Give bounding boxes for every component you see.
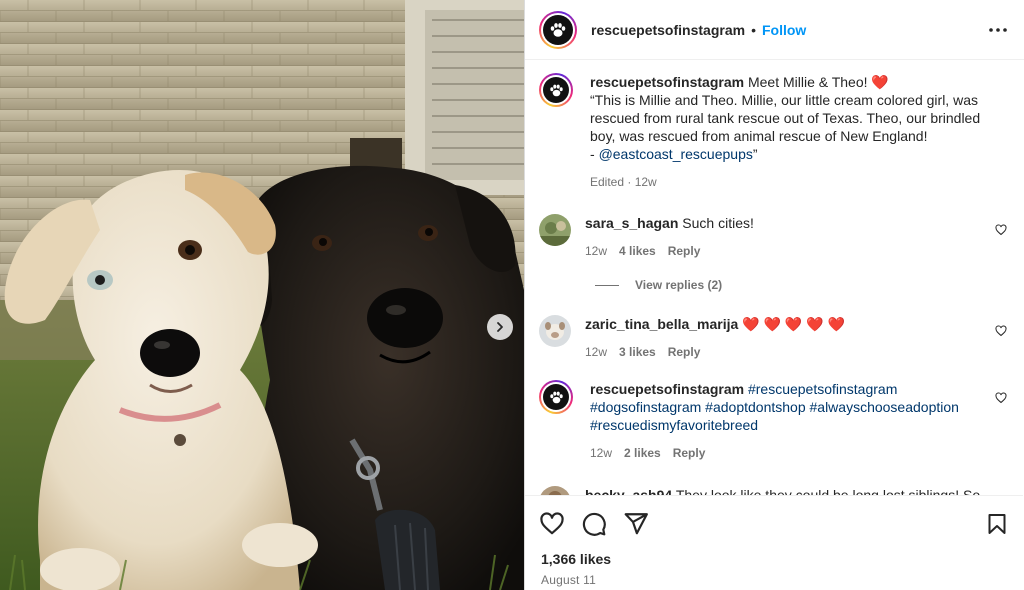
caption-text: “This is Millie and Theo. Millie, our li… — [590, 92, 981, 144]
reply-button[interactable]: Reply — [673, 444, 706, 462]
avatar[interactable] — [539, 10, 577, 49]
comment-item: becky_ash94 They look like they could be… — [539, 486, 1009, 495]
post-date[interactable]: August 11 — [525, 567, 1023, 587]
caption-meta: Edited · 12w — [590, 175, 657, 189]
dogs-photo — [0, 0, 524, 590]
comment-body: becky_ash94 They look like they could be… — [585, 486, 1009, 495]
action-bar — [525, 496, 1023, 538]
comment-text: They look like they could be long lost s… — [675, 487, 981, 495]
more-options-icon — [989, 27, 1007, 32]
comment-age: 12w — [590, 446, 613, 460]
separator-dot: • — [751, 21, 756, 38]
avatar[interactable] — [539, 315, 571, 347]
heart-icon[interactable] — [995, 392, 1007, 404]
comment-username[interactable]: rescuepetsofinstagram — [590, 381, 744, 397]
comment-item: sara_s_hagan Such cities! 12w 4 likes Re… — [539, 214, 1009, 260]
comment-username[interactable]: becky_ash94 — [585, 487, 672, 495]
post-details-panel: rescuepetsofinstagram • Follow rescuepet… — [524, 0, 1024, 590]
comment-likes[interactable]: 3 likes — [619, 343, 656, 361]
view-replies-button[interactable]: View replies (2) — [595, 278, 722, 292]
comment-body: sara_s_hagan Such cities! 12w 4 likes Re… — [585, 214, 1009, 260]
caption-dash: - — [590, 146, 599, 162]
reply-button[interactable]: Reply — [668, 242, 701, 260]
comment-icon[interactable] — [581, 511, 607, 537]
caption-mention-link[interactable]: @eastcoast_rescuepups — [599, 146, 753, 162]
caption-body: rescuepetsofinstagram Meet Millie & Theo… — [590, 73, 1009, 191]
next-photo-button[interactable] — [487, 314, 513, 340]
bookmark-icon[interactable] — [985, 512, 1009, 536]
post-actions-section: 1,366 likes August 11 — [525, 495, 1023, 590]
heart-icon[interactable] — [995, 325, 1007, 337]
paw-icon — [549, 84, 563, 96]
heart-icon[interactable] — [995, 224, 1007, 236]
comment-username[interactable]: zaric_tina_bella_marija — [585, 316, 738, 332]
comment-body: zaric_tina_bella_marija ❤️ ❤️ ❤️ ❤️ ❤️ 1… — [585, 315, 1009, 361]
comment-age: 12w — [585, 345, 608, 359]
paw-icon — [549, 391, 563, 403]
more-options-button[interactable] — [988, 20, 1008, 40]
caption-end-quote: ” — [752, 146, 758, 162]
paw-icon — [550, 22, 566, 37]
reply-button[interactable]: Reply — [668, 343, 701, 361]
comment-likes[interactable]: 4 likes — [619, 242, 656, 260]
post-header: rescuepetsofinstagram • Follow — [525, 0, 1024, 60]
comment-body: rescuepetsofinstagram #rescuepetsofinsta… — [590, 380, 1009, 462]
caption: rescuepetsofinstagram Meet Millie & Theo… — [539, 73, 1009, 191]
comment-likes[interactable]: 2 likes — [624, 444, 661, 462]
avatar[interactable] — [539, 486, 571, 495]
caption-lead: Meet Millie & Theo! ❤️ — [747, 74, 889, 90]
caption-username[interactable]: rescuepetsofinstagram — [590, 74, 744, 90]
comment-text: ❤️ ❤️ ❤️ ❤️ ❤️ — [742, 316, 845, 332]
share-icon[interactable] — [623, 511, 649, 537]
avatar[interactable] — [539, 214, 571, 246]
follow-button[interactable]: Follow — [762, 22, 806, 38]
comment-item: rescuepetsofinstagram #rescuepetsofinsta… — [539, 380, 1009, 462]
comments-list[interactable]: rescuepetsofinstagram Meet Millie & Theo… — [525, 61, 1023, 495]
comment-username[interactable]: sara_s_hagan — [585, 215, 678, 231]
view-replies-label: View replies (2) — [635, 278, 723, 292]
replies-divider — [595, 284, 619, 286]
comment-age: 12w — [585, 244, 608, 258]
post-photo — [0, 0, 524, 590]
avatar[interactable] — [539, 380, 573, 414]
heart-icon[interactable] — [539, 511, 565, 537]
chevron-right-icon — [497, 322, 503, 332]
instagram-post-modal: rescuepetsofinstagram • Follow rescuepet… — [0, 0, 1024, 590]
likes-count[interactable]: 1,366 likes — [525, 538, 1023, 567]
comment-item: zaric_tina_bella_marija ❤️ ❤️ ❤️ ❤️ ❤️ 1… — [539, 315, 1009, 361]
comment-text: Such cities! — [682, 215, 754, 231]
avatar[interactable] — [539, 73, 573, 107]
post-author-username[interactable]: rescuepetsofinstagram — [591, 22, 745, 38]
